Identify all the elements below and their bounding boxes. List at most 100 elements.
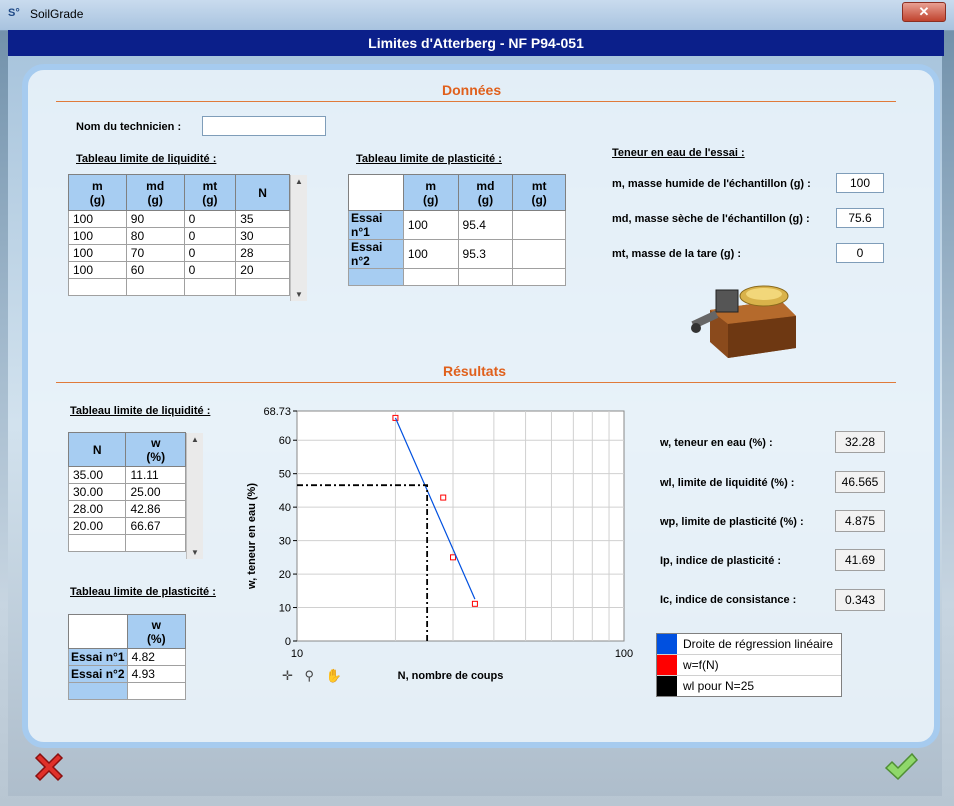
table-row-empty[interactable]	[348, 268, 566, 286]
check-icon[interactable]	[884, 750, 918, 784]
x-tick-label: 100	[615, 648, 633, 660]
atterberg-chart[interactable]: 010203040506068.7310 100N, nombre de coup…	[240, 402, 640, 684]
md-label: md, masse sèche de l'échantillon (g) :	[612, 213, 810, 225]
liquidity-input-scrollbar[interactable]: ▲ ▼	[290, 175, 307, 301]
m-label: m, masse humide de l'échantillon (g) :	[612, 178, 811, 190]
table-row[interactable]: 100 60 0 20	[68, 261, 290, 279]
table-row[interactable]: 100 90 0 35	[68, 210, 290, 228]
table-row[interactable]: 20.00 66.67	[67, 517, 186, 535]
plasticity-results-table: w (%) Essai n°1 4.82 Essai n°2 4.93	[68, 614, 187, 700]
data-point	[471, 600, 478, 607]
ic-result-value: 0.343	[835, 589, 885, 611]
plasticity-input-table-title: Tableau limite de plasticité :	[356, 153, 502, 165]
md-input[interactable]: 75.6	[836, 208, 884, 228]
scroll-up-icon[interactable]: ▲	[291, 177, 307, 186]
donnees-divider	[56, 101, 896, 102]
col-header-w: w (%)	[125, 432, 186, 467]
legend-swatch	[657, 634, 677, 654]
y-tick-label: 10	[279, 603, 291, 615]
resultats-divider	[56, 382, 896, 383]
plasticity-input-table: m (g) md (g) mt (g) Essai n°1 100 95.4 Essai …	[348, 174, 566, 286]
scroll-down-icon[interactable]: ▼	[187, 548, 203, 557]
table-row[interactable]: Essai n°2 4.93	[68, 665, 187, 683]
cancel-x-icon[interactable]	[32, 750, 66, 784]
casagrande-device-icon	[691, 285, 796, 358]
w-result-label: w, teneur en eau (%) :	[660, 437, 773, 449]
table-row-empty[interactable]	[67, 534, 186, 552]
app-logo-icon: S°	[8, 7, 20, 19]
y-axis-label: w, teneur en eau (%)	[246, 483, 258, 590]
table-row[interactable]: 100 80 0 30	[68, 227, 290, 245]
x-axis-label: N, nombre de coups	[398, 670, 504, 682]
plot-area	[296, 410, 625, 642]
liquidity-input-table-title: Tableau limite de liquidité :	[76, 153, 217, 165]
wp-result-value: 4.875	[835, 510, 885, 532]
table-row[interactable]: Essai n°1 4.82	[68, 648, 187, 666]
col-header-md: md (g)	[457, 174, 514, 211]
legend-label: w=f(N)	[683, 658, 719, 672]
mt-label: mt, masse de la tare (g) :	[612, 248, 741, 260]
col-header-mt: mt (g)	[183, 174, 237, 211]
col-header-mt: mt (g)	[512, 174, 566, 211]
technician-input[interactable]	[202, 116, 326, 136]
water-content-title: Teneur en eau de l'essai :	[612, 147, 745, 159]
y-tick-label: 60	[279, 435, 291, 447]
chart-zoom-tools-icon[interactable]: ✛ ⚲ ✋	[282, 668, 346, 684]
col-header-md: md (g)	[125, 174, 185, 211]
y-tick-label: 68.73	[263, 406, 291, 418]
window-titlebar: S° SoilGrade ✕	[0, 0, 954, 31]
wl-result-label: wl, limite de liquidité (%) :	[660, 477, 795, 489]
col-header-w: w (%)	[126, 614, 187, 649]
table-row[interactable]: 28.00 42.86	[67, 500, 186, 518]
corner-cell	[68, 614, 128, 649]
table-row[interactable]: 100 70 0 28	[68, 244, 290, 262]
x-tick-label: 10	[291, 648, 303, 660]
y-tick-label: 40	[279, 502, 291, 514]
legend-label: wl pour N=25	[683, 679, 755, 693]
table-row[interactable]: 35.00 11.11	[67, 466, 186, 484]
legend-swatch	[657, 676, 677, 696]
liquidity-results-scrollbar[interactable]: ▲ ▼	[186, 433, 203, 559]
col-header-n: N	[67, 432, 127, 467]
col-header-m: m (g)	[402, 174, 459, 211]
mt-input[interactable]: 0	[836, 243, 884, 263]
table-row[interactable]: 30.00 25.00	[67, 483, 186, 501]
legend-item-data: w=f(N)	[657, 655, 841, 676]
legend-item-regression: Droite de régression linéaire	[657, 634, 841, 655]
table-row[interactable]: Essai n°1 100 95.4	[348, 210, 566, 240]
chart-legend: Droite de régression linéaire w=f(N) wl …	[656, 633, 842, 697]
plasticity-results-table-title: Tableau limite de plasticité :	[70, 586, 216, 598]
window-title: SoilGrade	[30, 7, 84, 21]
window-close-button[interactable]: ✕	[902, 2, 946, 22]
w-result-value: 32.28	[835, 431, 885, 453]
liquidity-input-table: m (g) md (g) mt (g) N 100 90 0 35 100 80 0 30 100…	[68, 174, 290, 296]
table-row[interactable]: Essai n°2 100 95.3	[348, 239, 566, 269]
corner-cell	[348, 174, 404, 211]
table-row-empty[interactable]	[68, 682, 187, 700]
data-point	[450, 554, 457, 561]
scroll-down-icon[interactable]: ▼	[291, 290, 307, 299]
resultats-section-title: Résultats	[443, 363, 507, 379]
y-tick-label: 20	[279, 569, 291, 581]
legend-item-wl: wl pour N=25	[657, 676, 841, 696]
y-tick-label: 30	[279, 536, 291, 548]
m-input[interactable]: 100	[836, 173, 884, 193]
legend-swatch	[657, 655, 677, 675]
liquidity-results-table-title: Tableau limite de liquidité :	[70, 405, 211, 417]
ip-result-label: Ip, indice de plasticité :	[660, 555, 782, 567]
y-tick-label: 50	[279, 469, 291, 481]
liquidity-results-table: N w (%) 35.00 11.11 30.00 25.00 28.00 42.86 …	[67, 432, 186, 552]
data-point	[440, 494, 447, 501]
legend-label: Droite de régression linéaire	[683, 637, 834, 651]
wp-result-label: wp, limite de plasticité (%) :	[660, 516, 804, 528]
table-row-empty[interactable]	[68, 278, 290, 296]
ic-result-label: Ic, indice de consistance :	[660, 594, 797, 606]
wl-result-value: 46.565	[835, 471, 885, 493]
col-header-n: N	[235, 174, 290, 211]
ip-result-value: 41.69	[835, 549, 885, 571]
technician-label: Nom du technicien :	[76, 121, 182, 133]
y-tick-label: 0	[285, 636, 291, 648]
col-header-m: m (g)	[68, 174, 127, 211]
donnees-section-title: Données	[442, 82, 502, 98]
scroll-up-icon[interactable]: ▲	[187, 435, 203, 444]
